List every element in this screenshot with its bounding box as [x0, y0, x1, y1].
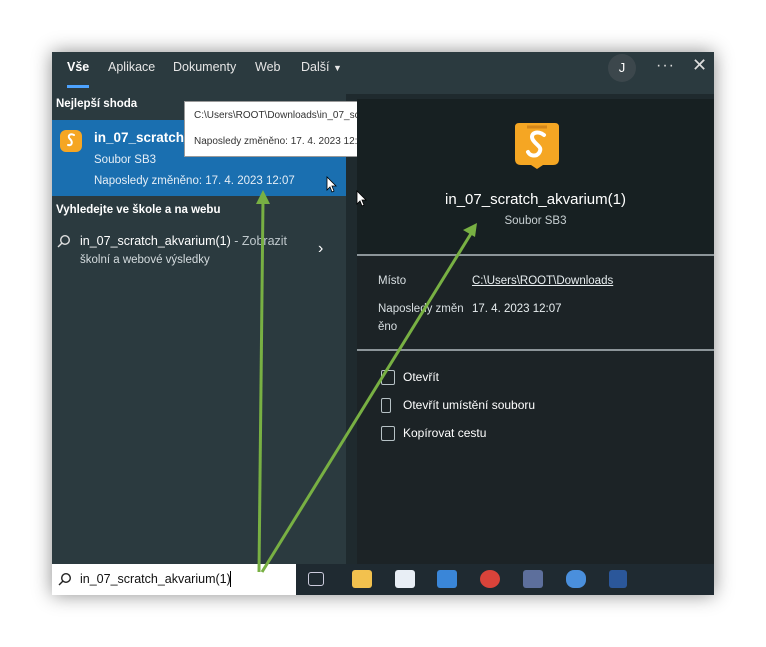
arrow-to-detail	[260, 231, 474, 573]
annotation-arrows	[256, 190, 477, 573]
arrow-to-best-match	[257, 199, 265, 573]
arrow-head	[256, 190, 270, 204]
